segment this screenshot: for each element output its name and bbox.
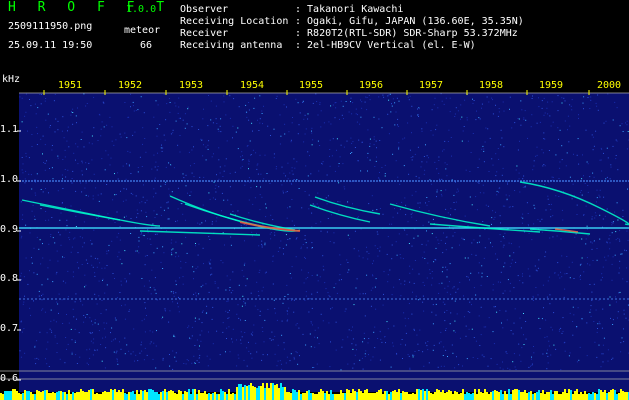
x-tick-label: 1951 bbox=[58, 80, 83, 91]
x-tick-label: 1956 bbox=[359, 80, 384, 91]
app-version: 1.0.0 bbox=[126, 4, 157, 15]
plot-background bbox=[19, 93, 629, 392]
x-tick-label: 1953 bbox=[179, 80, 204, 91]
x-tick-label: 1954 bbox=[240, 80, 265, 91]
meteor-count: 66 bbox=[140, 40, 153, 51]
spectrogram-plot bbox=[0, 90, 629, 400]
y-tick-label: 1.0 bbox=[0, 174, 19, 185]
x-tick-label: 1955 bbox=[299, 80, 324, 91]
receiver-key: Receiver bbox=[180, 28, 229, 39]
location-value: : Ogaki, Gifu, JAPAN (136.60E, 35.35N) bbox=[295, 16, 524, 27]
x-tick-label: 1957 bbox=[419, 80, 444, 91]
receiver-value: : R820T2(RTL-SDR) SDR-Sharp 53.372MHz bbox=[295, 28, 518, 39]
y-tick-label: 0.9 bbox=[0, 224, 19, 235]
antenna-value: : 2el-HB9CV Vertical (el. E-W) bbox=[295, 40, 476, 51]
timestamp: 25.09.11 19:50 bbox=[8, 40, 93, 51]
x-tick-label: 2000 bbox=[597, 80, 622, 91]
observer-value: : Takanori Kawachi bbox=[295, 4, 404, 15]
x-tick-label: 1959 bbox=[539, 80, 564, 91]
y-tick-label: 0.7 bbox=[0, 323, 19, 334]
y-tick-label: 0.8 bbox=[0, 273, 19, 284]
y-tick-label: 1.1 bbox=[0, 124, 19, 135]
x-tick-label: 1958 bbox=[479, 80, 504, 91]
file-name: 2509111950.png bbox=[8, 21, 93, 32]
meteor-label: meteor bbox=[124, 25, 161, 36]
y-axis-unit: kHz bbox=[2, 74, 21, 85]
observer-key: Observer bbox=[180, 4, 229, 15]
y-tick-label: 0.6 bbox=[0, 373, 19, 384]
location-key: Receiving Location bbox=[180, 16, 289, 27]
antenna-key: Receiving antenna bbox=[180, 40, 283, 51]
x-tick-label: 1952 bbox=[118, 80, 143, 91]
